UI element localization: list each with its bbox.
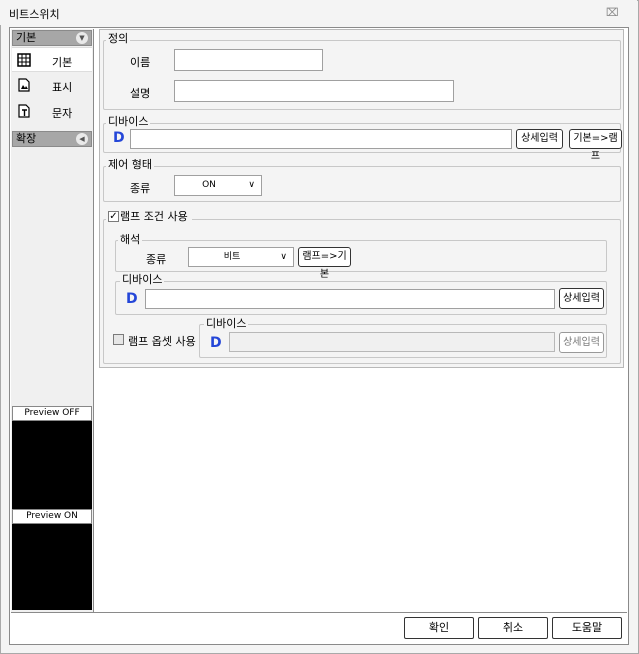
close-icon[interactable]: ⌧ <box>606 7 619 18</box>
control-type-label: 종류 <box>130 182 151 195</box>
device-detail-button[interactable]: 상세입력 <box>516 129 563 149</box>
sidebar-section-basic[interactable]: 기본 ▼ <box>12 30 92 46</box>
desc-input[interactable] <box>174 80 454 102</box>
sidebar-item-label: 기본 <box>52 56 73 69</box>
device-input[interactable] <box>130 129 512 149</box>
sidebar-item-label: 표시 <box>52 81 73 94</box>
desc-label: 설명 <box>130 87 151 100</box>
lamp-use-checkbox[interactable]: ✓ <box>108 211 119 222</box>
chevron-down-icon: ∨ <box>280 252 287 262</box>
interpret-legend: 해석 <box>118 233 143 246</box>
text-file-icon <box>17 104 31 118</box>
sidebar-section-extend-label: 확장 <box>16 132 37 145</box>
device-type-icon: D <box>210 335 222 351</box>
title-bar <box>0 0 637 25</box>
offset-device-detail-button[interactable]: 상세입력 <box>559 332 604 353</box>
cancel-button[interactable]: 취소 <box>478 617 548 639</box>
preview-on-canvas <box>12 524 92 610</box>
chevron-down-icon: ∨ <box>248 180 255 190</box>
preview-off-canvas <box>12 421 92 510</box>
preview-on-label: Preview ON <box>12 509 92 524</box>
lamp-to-basic-button[interactable]: 램프=>기본 <box>298 247 351 280</box>
sidebar-section-extend[interactable]: 확장 ◀ <box>12 131 92 147</box>
sidebar-item-basic[interactable]: 기본 <box>12 47 92 72</box>
control-legend: 제어 형태 <box>106 158 154 171</box>
sidebar-section-basic-label: 기본 <box>16 31 37 44</box>
grid-icon <box>17 53 31 67</box>
definition-legend: 정의 <box>106 32 131 45</box>
footer-separator <box>11 612 627 613</box>
interpret-type-value: 비트 <box>223 252 241 262</box>
window-title: 비트스위치 <box>9 8 60 21</box>
chevron-left-icon[interactable]: ◀ <box>76 133 88 145</box>
control-type-value: ON <box>202 180 216 190</box>
sidebar-item-label: 문자 <box>52 107 73 120</box>
lamp-offset-label: 램프 옵셋 사용 <box>128 335 196 348</box>
control-type-select[interactable]: ON ∨ <box>174 175 262 196</box>
interpret-type-label: 종류 <box>146 253 167 266</box>
device-legend: 디바이스 <box>106 115 151 128</box>
device-type-icon: D <box>113 130 125 146</box>
offset-device-input[interactable] <box>229 332 555 352</box>
name-input[interactable] <box>174 49 323 71</box>
basic-to-lamp-button[interactable]: 기본=>램프 <box>569 129 622 162</box>
interpret-type-select[interactable]: 비트 ∨ <box>188 247 294 267</box>
lamp-device-legend: 디바이스 <box>120 273 165 286</box>
offset-device-legend: 디바이스 <box>204 317 249 330</box>
lamp-offset-checkbox[interactable] <box>113 334 124 345</box>
sidebar-item-text[interactable]: 문자 <box>12 99 92 124</box>
image-file-icon <box>17 78 31 92</box>
name-label: 이름 <box>130 56 151 69</box>
preview-off-label: Preview OFF <box>12 406 92 421</box>
help-button[interactable]: 도움말 <box>552 617 622 639</box>
ok-button[interactable]: 확인 <box>404 617 474 639</box>
chevron-down-icon[interactable]: ▼ <box>76 32 88 44</box>
device-type-icon: D <box>126 291 138 307</box>
sidebar-item-display[interactable]: 표시 <box>12 73 92 98</box>
lamp-use-label: 램프 조건 사용 <box>120 210 188 223</box>
lamp-device-detail-button[interactable]: 상세입력 <box>559 288 604 309</box>
lamp-device-input[interactable] <box>145 289 555 309</box>
